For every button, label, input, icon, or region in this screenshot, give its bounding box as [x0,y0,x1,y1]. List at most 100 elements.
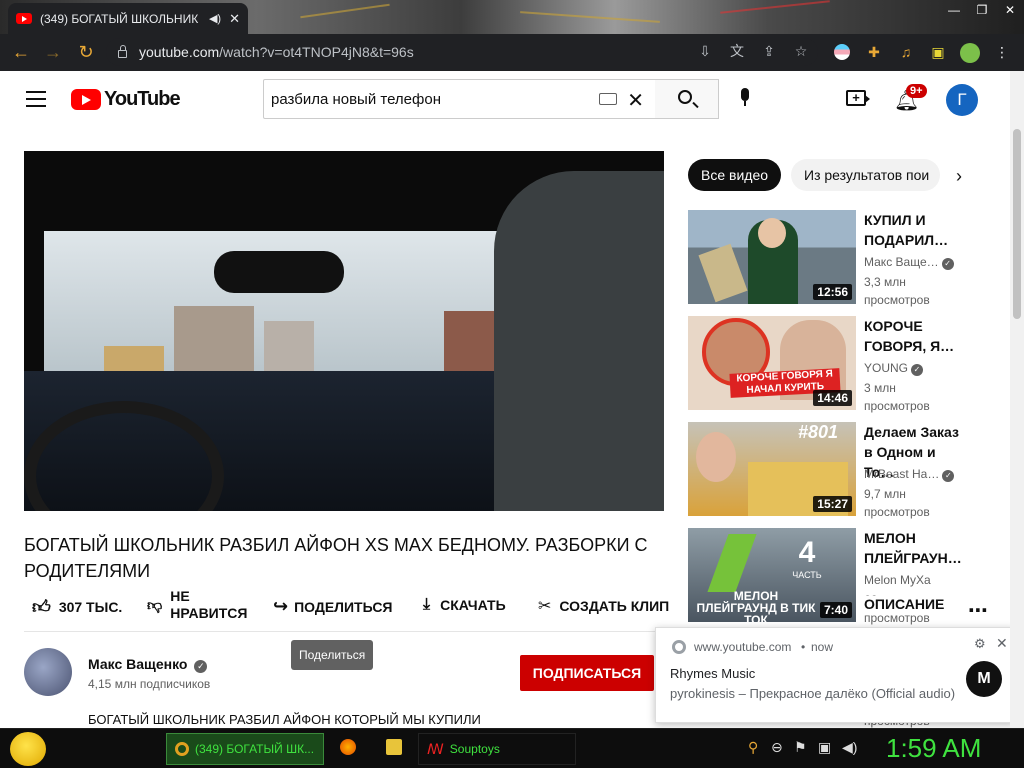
system-notification[interactable]: www.youtube.com • now ⚙ ✕ Rhymes Music p… [655,627,1015,723]
profile-icon[interactable] [960,43,980,63]
reload-icon[interactable]: ↻ [71,37,101,67]
channel-name: Melon MyXa [864,573,931,587]
souptoys-icon: ꟿ [427,740,444,757]
download-button[interactable]: ⤓ СКАЧАТЬ [423,596,506,614]
video-thumbnail[interactable]: 4 ЧАСТЬ МЕЛОН ПЛЕЙГРАУНД В ТИК ТОК 7:40 [688,528,856,622]
page-scrollbar[interactable] [1010,71,1024,728]
channel-name[interactable]: Макс Ващенко ✓ [88,656,208,673]
minus-tray-icon[interactable]: ⊖ [771,739,783,756]
keyboard-icon[interactable] [599,93,617,105]
scrollbar-thumb[interactable] [1013,129,1021,319]
view-count: 9,7 млн просмотров [864,487,930,519]
share-button[interactable]: ↪ ПОДЕЛИТЬСЯ [273,596,393,617]
browser-tab[interactable]: (349) БОГАТЫЙ ШКОЛЬНИК ◀) ✕ [8,3,248,34]
description-toggle[interactable]: ОПИСАНИЕ [864,596,945,612]
voice-search-icon[interactable] [739,88,751,110]
search-input[interactable]: разбила новый телефон ✕ [263,79,656,119]
notification-body: pyrokinesis – Прекрасное далёко (Officia… [670,686,956,701]
menu-hamburger-icon[interactable] [26,91,46,107]
translate-icon[interactable]: 文 [728,42,746,60]
thumbnail-part-number: 4 [798,536,816,569]
taskbar-chrome[interactable]: (349) БОГАТЫЙ ШК... [166,733,324,765]
video-description: БОГАТЫЙ ШКОЛЬНИК РАЗБИЛ АЙФОН КОТОРЫЙ МЫ… [88,712,481,727]
window-controls: — ❐ ✕ [940,0,1024,22]
flag-tray-icon[interactable]: ⚑ [794,739,807,756]
video-title: КОРОЧЕ ГОВОРЯ, Я… [864,318,955,354]
bookmark-star-icon[interactable]: ☆ [792,42,810,60]
chip-from-search[interactable]: Из результатов пои [791,159,940,191]
create-video-icon[interactable]: + [846,90,870,106]
like-button[interactable]: 👍︎ 307 ТЫС. [32,596,122,618]
view-count: 3 млн просмотров [864,381,930,413]
media-control-icon[interactable]: ♫ [896,42,916,62]
notification-close-icon[interactable]: ✕ [996,635,1008,652]
extension-flag-icon[interactable] [834,44,850,60]
channel-name: MrBeast Ha… ✓ [864,467,955,482]
share-arrow-icon: ↪ [273,596,289,616]
install-app-icon[interactable]: ⇩ [696,42,714,60]
recommended-video-1[interactable]: 12:56 КУПИЛ И ПОДАРИЛ… Макс Ваще… ✓ 3,3 м… [688,210,1008,307]
video-duration: 14:46 [813,390,852,406]
subscribe-button[interactable]: ПОДПИСАТЬСЯ [520,655,654,691]
side-panel-icon[interactable]: ▣ [928,42,948,62]
thumbs-down-icon: 👎︎ [147,596,163,614]
logo-text: YouTube [104,88,181,110]
channel-avatar[interactable] [24,648,72,696]
verified-icon: ✓ [941,258,954,270]
taskbar: (349) БОГАТЫЙ ШК... ꟿ Souptoys ⚲ ⊖ ⚑ ▣ ◀… [0,728,1024,768]
video-title: МЕЛОН ПЛЕЙГРАУН… [864,530,962,566]
start-smiley-icon[interactable] [10,732,46,766]
close-window-button[interactable]: ✕ [996,0,1024,20]
recommended-video-3[interactable]: #801 15:27 Делаем Заказ в Одном и То… Mr… [688,422,1008,519]
search-tray-icon[interactable]: ⚲ [748,739,758,756]
share-page-icon[interactable]: ⇪ [760,42,778,60]
volume-tray-icon[interactable]: ◀) [842,739,857,756]
tab-title: (349) БОГАТЫЙ ШКОЛЬНИК [40,11,199,26]
taskbar-souptoys[interactable]: ꟿ Souptoys [418,733,576,765]
video-thumbnail[interactable]: КОРОЧЕ ГОВОРЯ Я НАЧАЛ КУРИТЬ 14:46 [688,316,856,410]
youtube-logo[interactable]: YouTube [71,88,181,111]
like-count: 307 ТЫС. [58,599,123,615]
dislike-button[interactable]: 👎︎ НЕ НРАВИТСЯ [147,588,247,622]
chevron-right-icon[interactable]: › [956,166,962,187]
tab-audio-icon[interactable]: ◀) [209,12,221,25]
recommended-video-4[interactable]: 4 ЧАСТЬ МЕЛОН ПЛЕЙГРАУНД В ТИК ТОК 7:40 … [688,528,1008,625]
taskbar-souptoys-label: Souptoys [449,742,500,756]
download-icon: ⤓ [423,596,431,613]
share-tooltip: Поделиться [291,640,374,670]
file-manager-icon[interactable] [386,739,402,755]
divider [24,631,664,632]
video-thumbnail[interactable]: 12:56 [688,210,856,304]
forward-arrow-icon[interactable]: → [38,37,68,67]
dislike-label: НЕ НРАВИТСЯ [170,588,248,621]
firefox-icon[interactable] [340,739,356,755]
back-arrow-icon[interactable]: ← [6,37,36,67]
recommended-video-2[interactable]: КОРОЧЕ ГОВОРЯ Я НАЧАЛ КУРИТЬ 14:46 КОРОЧ… [688,316,1008,413]
clear-search-icon[interactable]: ✕ [627,88,644,113]
channel-name: Макс Ваще… ✓ [864,255,954,270]
clip-label: СОЗДАТЬ КЛИП [559,598,670,614]
extensions-puzzle-icon[interactable]: ✚ [864,42,884,62]
notification-badge: 9+ [906,84,927,98]
chip-all-videos[interactable]: Все видео [688,159,781,191]
account-avatar[interactable]: Г [946,84,978,116]
view-count: 3,3 млн просмотров [864,275,930,307]
browser-menu-icon[interactable]: ⋮ [992,42,1012,62]
maximize-button[interactable]: ❐ [968,0,996,20]
video-thumbnail[interactable]: #801 15:27 [688,422,856,516]
youtube-favicon-icon [16,13,32,24]
search-button[interactable] [655,79,719,119]
tab-close-icon[interactable]: ✕ [229,11,240,27]
video-duration: 12:56 [813,284,852,300]
search-icon [678,90,692,104]
taskbar-clock[interactable]: 1:59 AM [886,733,981,764]
notification-settings-icon[interactable]: ⚙ [974,636,986,652]
video-title: КУПИЛ И ПОДАРИЛ… [864,212,949,248]
browser-toolbar: ← → ↻ youtube.com/watch?v=ot4TNOP4jN8&t=… [0,34,1024,71]
clip-button[interactable]: ✂ СОЗДАТЬ КЛИП [538,596,669,616]
channel-name: YOUNG ✓ [864,361,924,376]
thumbnail-caption: МЕЛОН ПЛЕЙГРАУНД В ТИК ТОК [696,589,816,622]
video-player[interactable] [24,151,664,511]
minimize-button[interactable]: — [940,0,968,20]
network-tray-icon[interactable]: ▣ [818,739,831,756]
